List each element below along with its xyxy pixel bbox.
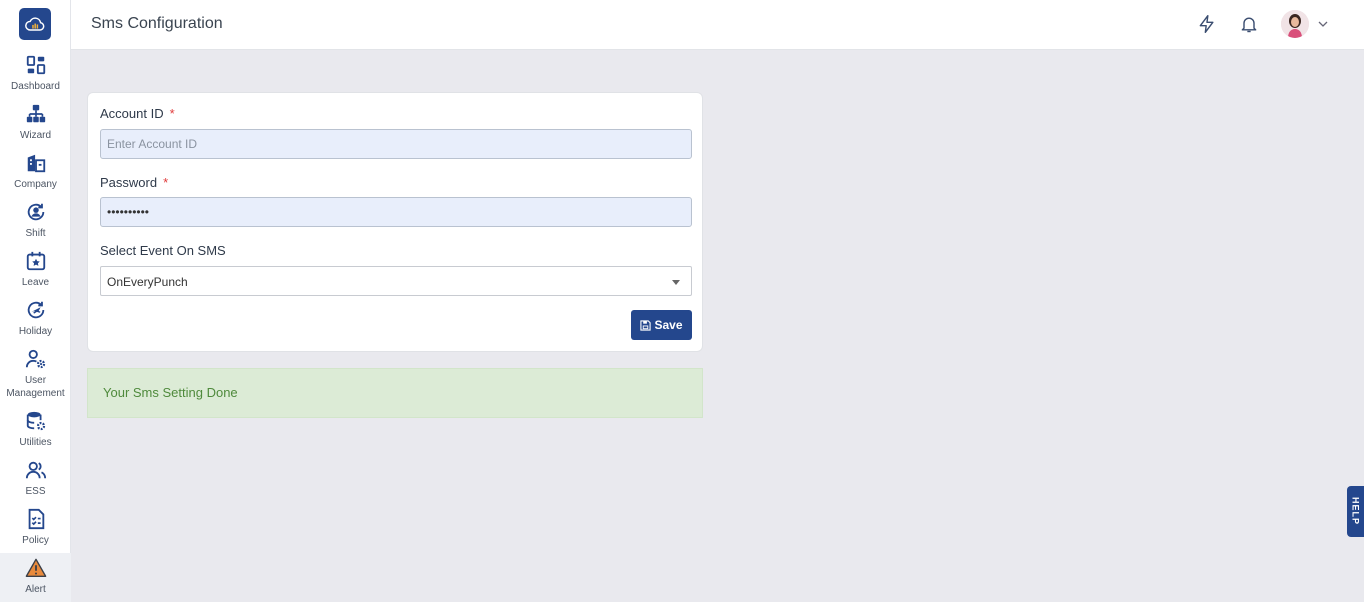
sidebar-item-holiday[interactable]: Holiday [0, 295, 71, 344]
sidebar-item-alert[interactable]: Alert [0, 553, 71, 602]
users-icon [25, 461, 46, 479]
sidebar-item-label: Dashboard [11, 81, 60, 92]
password-label: Password * [100, 175, 168, 190]
sidebar-item-user-management[interactable]: User Management [0, 344, 71, 406]
event-select[interactable]: OnEveryPunch [100, 266, 692, 296]
required-mark: * [163, 175, 169, 190]
sidebar-item-label: Company [14, 179, 57, 190]
sidebar-item-label: Shift [25, 228, 46, 239]
sidebar-item-label: Alert [25, 584, 46, 595]
password-input[interactable] [100, 197, 692, 227]
sidebar-item-policy[interactable]: Policy [0, 504, 71, 553]
sidebar-item-company[interactable]: Company [0, 148, 71, 197]
sidebar-item-wizard[interactable]: Wizard [0, 99, 71, 148]
warning-icon [25, 558, 46, 577]
sidebar: Dashboard Wizard Company Shift Leave Hol… [0, 0, 71, 602]
sidebar-item-label: Policy [22, 535, 49, 546]
sidebar-item-label: User Management [6, 375, 65, 399]
sidebar-item-label: Leave [21, 277, 50, 288]
user-gear-icon [25, 349, 45, 369]
sidebar-item-leave[interactable]: Leave [0, 246, 71, 295]
plane-cycle-icon [27, 301, 44, 319]
hierarchy-icon [26, 104, 45, 123]
select-event-label: Select Event On SMS [100, 243, 226, 258]
account-id-label-text: Account ID [100, 106, 164, 121]
user-cycle-icon [27, 203, 44, 221]
account-id-input[interactable] [100, 129, 692, 159]
sidebar-item-shift[interactable]: Shift [0, 197, 71, 246]
sidebar-item-label: ESS [25, 486, 46, 497]
chevron-down-icon[interactable] [1317, 18, 1329, 30]
top-bar: Sms Configuration [71, 0, 1364, 50]
sidebar-item-label: Wizard [19, 130, 52, 141]
sidebar-item-label: Utilities [19, 437, 52, 448]
success-alert-message: Your Sms Setting Done [103, 385, 238, 400]
sidebar-item-ess[interactable]: ESS [0, 455, 71, 504]
calendar-star-icon [26, 251, 45, 271]
page-title: Sms Configuration [91, 15, 223, 32]
building-icon [27, 154, 45, 173]
database-gear-icon [26, 411, 45, 431]
sms-config-card: Account ID * Password * Select Event On SM… [87, 92, 703, 352]
event-select-value: OnEveryPunch [107, 275, 188, 289]
sidebar-item-dashboard[interactable]: Dashboard [0, 50, 71, 99]
save-button-label: Save [654, 318, 683, 332]
cloud-chart-icon [25, 17, 45, 31]
dashboard-icon [26, 55, 45, 75]
success-alert: Your Sms Setting Done [87, 368, 703, 418]
sidebar-item-label: Holiday [18, 326, 53, 337]
bell-icon[interactable] [1239, 14, 1259, 34]
sidebar-item-utilities[interactable]: Utilities [0, 406, 71, 455]
sidebar-nav: Dashboard Wizard Company Shift Leave Hol… [0, 50, 71, 602]
floppy-disk-icon [640, 319, 652, 331]
help-tab-label: HELP [1350, 497, 1361, 526]
help-tab[interactable]: HELP [1347, 486, 1364, 537]
avatar[interactable] [1281, 10, 1309, 38]
required-mark: * [169, 106, 175, 121]
user-avatar-icon [1281, 10, 1309, 38]
checklist-icon [28, 508, 44, 530]
app-logo[interactable] [19, 8, 51, 40]
caret-down-icon [672, 280, 680, 285]
lightning-icon[interactable] [1197, 14, 1217, 34]
password-label-text: Password [100, 175, 158, 190]
save-button[interactable]: Save [631, 310, 692, 340]
account-id-label: Account ID * [100, 106, 175, 121]
